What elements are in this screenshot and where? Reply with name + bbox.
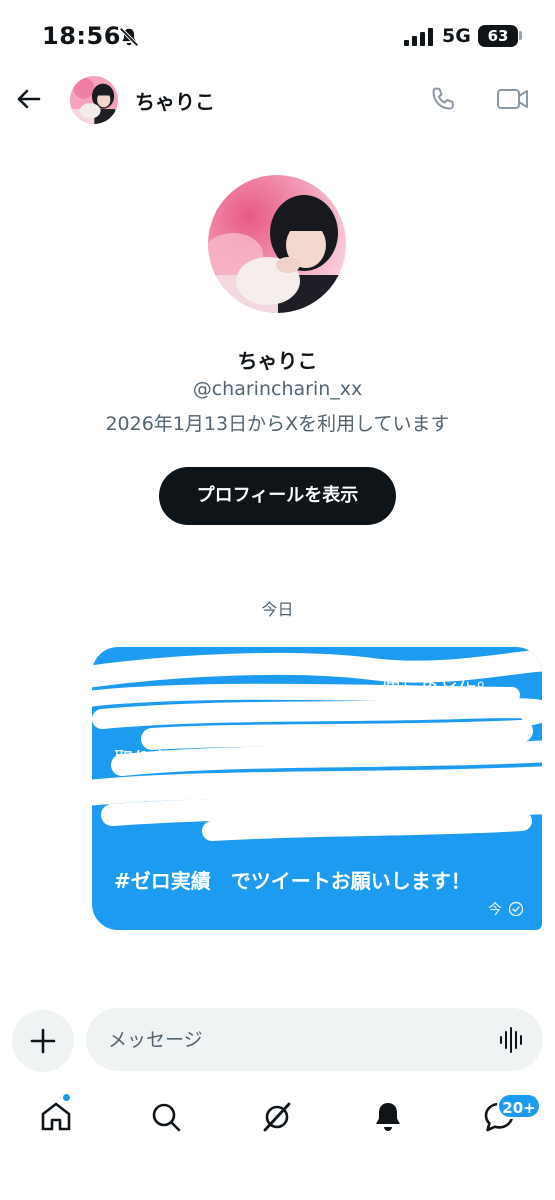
status-bar: 18:56 5G 63 [0,0,555,72]
message-timestamp: 今 [488,902,502,918]
header-avatar[interactable] [70,76,118,124]
voice-waveform-icon[interactable] [499,1026,525,1054]
notifications-bell-icon[interactable] [369,1098,407,1136]
search-icon[interactable] [147,1098,185,1136]
home-icon[interactable] [37,1098,75,1136]
video-camera-icon[interactable] [496,84,530,114]
message-meta: 今 [488,899,524,919]
battery-indicator: 63 [478,25,518,47]
messages-badge: 20+ [497,1093,541,1119]
add-attachment-button[interactable] [12,1010,74,1072]
profile-avatar[interactable] [208,175,346,313]
phone-icon[interactable] [428,84,458,114]
message-composer [86,1008,543,1071]
profile-joined-date: 2026年1月13日からXを利用しています [105,413,450,435]
message-input[interactable] [108,1008,488,1071]
conversation-header: ちゃりこ [0,72,555,128]
battery-tip [519,31,522,40]
header-display-name[interactable]: ちゃりこ [135,86,215,115]
grok-icon[interactable] [258,1098,296,1136]
back-arrow-icon[interactable] [14,84,44,114]
signal-strength-icon [404,28,433,46]
plus-icon [30,1028,56,1054]
profile-handle: @charincharin_xx [192,378,363,400]
avatar-image [70,76,118,124]
date-divider: 今日 [261,600,294,619]
message-bubble[interactable]: 届きました。 取りを #ゼロ実績 でツイートお願いします！ 今 [92,647,542,930]
status-time: 18:56 [42,22,121,50]
home-unread-dot [62,1093,71,1102]
profile-display-name: ちゃりこ [237,349,318,373]
message-hashtag-line: #ゼロ実績 でツイートお願いします！ [114,869,471,893]
bottom-navigation [0,1090,555,1150]
view-profile-button[interactable]: プロフィールを表示 [159,467,396,525]
avatar-image [208,175,346,313]
bell-muted-icon [119,27,139,47]
read-check-icon [508,901,524,917]
network-type: 5G [442,25,471,47]
